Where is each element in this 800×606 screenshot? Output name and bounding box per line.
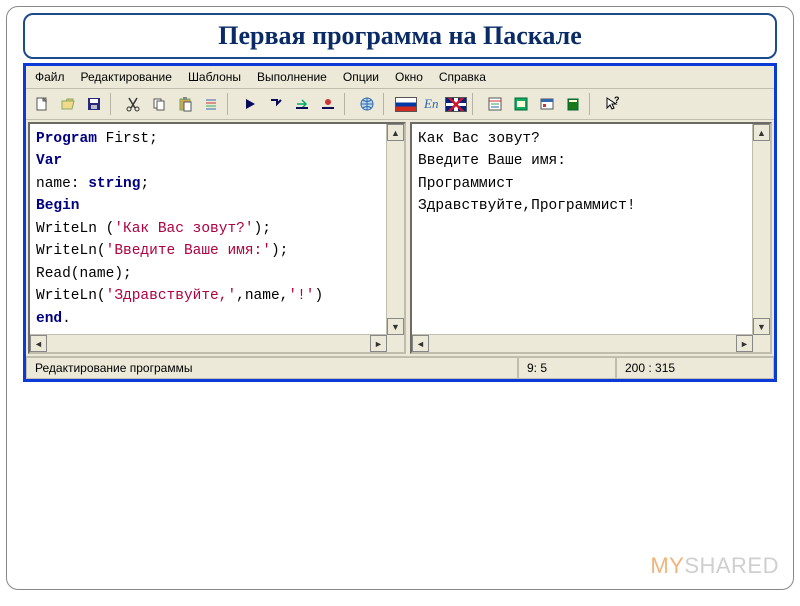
watermark-my: MY	[650, 553, 684, 578]
code-pane: Program First; Var name: string; Begin W…	[28, 122, 406, 354]
toolbar-separator	[110, 93, 117, 115]
menu-window[interactable]: Окно	[392, 69, 426, 85]
ide-window: Файл Редактирование Шаблоны Выполнение О…	[23, 63, 777, 382]
status-size: 200 : 315	[616, 357, 774, 379]
scroll-down-icon[interactable]: ▼	[753, 318, 770, 335]
program-output: Как Вас зовут? Введите Ваше имя: Програм…	[412, 124, 770, 334]
title-box: Первая программа на Паскале	[23, 13, 777, 59]
run-icon[interactable]	[238, 92, 262, 116]
paste-icon[interactable]	[173, 92, 197, 116]
toolbar-separator	[344, 93, 351, 115]
scroll-up-icon[interactable]: ▲	[753, 124, 770, 141]
toolbar-separator	[383, 93, 390, 115]
step-over-icon[interactable]	[290, 92, 314, 116]
watermark-shared: SHARED	[684, 553, 779, 578]
toolbar-separator	[227, 93, 234, 115]
scroll-left-icon[interactable]: ◄	[412, 335, 429, 352]
new-file-icon[interactable]	[30, 92, 54, 116]
toolbar-separator	[472, 93, 479, 115]
menu-bar: Файл Редактирование Шаблоны Выполнение О…	[26, 66, 774, 89]
scroll-right-icon[interactable]: ►	[370, 335, 387, 352]
scroll-left-icon[interactable]: ◄	[30, 335, 47, 352]
menu-edit[interactable]: Редактирование	[78, 69, 175, 85]
horizontal-scrollbar[interactable]: ◄ ►	[30, 334, 404, 352]
panel-icon-3[interactable]	[535, 92, 559, 116]
book-icon[interactable]	[561, 92, 585, 116]
lang-uk-icon[interactable]	[444, 92, 468, 116]
page-title: Первая программа на Паскале	[37, 21, 763, 51]
menu-file[interactable]: Файл	[32, 69, 68, 85]
vertical-scrollbar[interactable]: ▲ ▼	[386, 124, 404, 335]
toolbar-separator	[589, 93, 596, 115]
toolbar: En ?	[26, 89, 774, 120]
panel-icon-1[interactable]	[483, 92, 507, 116]
step-into-icon[interactable]	[264, 92, 288, 116]
svg-text:?: ?	[614, 96, 620, 105]
output-pane: Как Вас зовут? Введите Ваше имя: Програм…	[410, 122, 772, 354]
cut-icon[interactable]	[121, 92, 145, 116]
help-cursor-icon[interactable]: ?	[600, 92, 624, 116]
panes: Program First; Var name: string; Begin W…	[26, 120, 774, 356]
scroll-up-icon[interactable]: ▲	[387, 124, 404, 141]
watermark: MYSHARED	[650, 553, 779, 579]
open-file-icon[interactable]	[56, 92, 80, 116]
scroll-down-icon[interactable]: ▼	[387, 318, 404, 335]
menu-options[interactable]: Опции	[340, 69, 382, 85]
horizontal-scrollbar[interactable]: ◄ ►	[412, 334, 770, 352]
lang-en-label[interactable]: En	[420, 92, 442, 116]
status-mode: Редактирование программы	[26, 357, 518, 379]
status-cursor: 9: 5	[518, 357, 616, 379]
source-code[interactable]: Program First; Var name: string; Begin W…	[30, 124, 404, 334]
slide-frame: Первая программа на Паскале Файл Редакти…	[6, 6, 794, 590]
menu-help[interactable]: Справка	[436, 69, 489, 85]
status-bar: Редактирование программы 9: 5 200 : 315	[26, 356, 774, 379]
globe-icon[interactable]	[355, 92, 379, 116]
menu-templates[interactable]: Шаблоны	[185, 69, 244, 85]
lang-ru-icon[interactable]	[394, 92, 418, 116]
save-icon[interactable]	[82, 92, 106, 116]
panel-icon-2[interactable]	[509, 92, 533, 116]
list-icon[interactable]	[199, 92, 223, 116]
copy-icon[interactable]	[147, 92, 171, 116]
vertical-scrollbar[interactable]: ▲ ▼	[752, 124, 770, 335]
stop-icon[interactable]	[316, 92, 340, 116]
scroll-right-icon[interactable]: ►	[736, 335, 753, 352]
menu-run[interactable]: Выполнение	[254, 69, 330, 85]
